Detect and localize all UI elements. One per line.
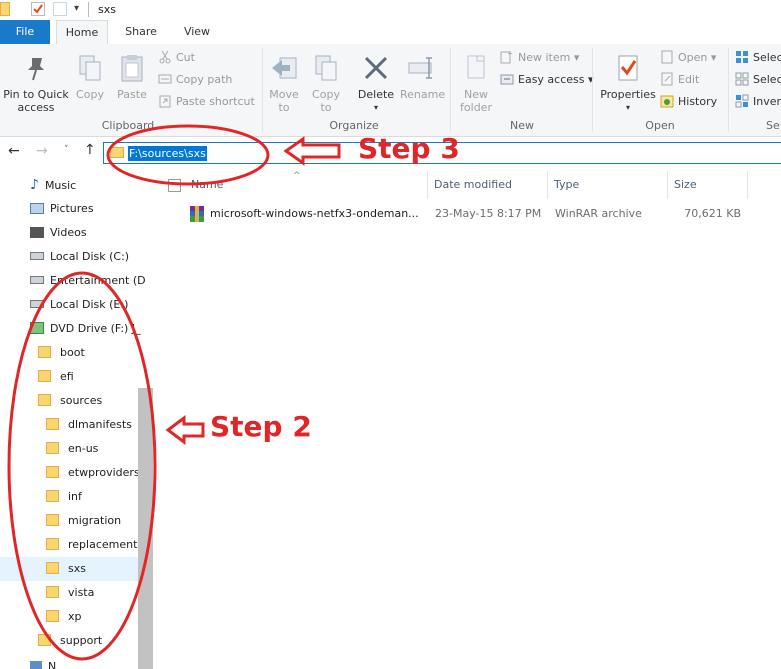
step2-arrow-icon (165, 415, 205, 445)
annotation-overlay (7, 124, 341, 661)
step3-highlight-ellipse (106, 124, 270, 186)
step3-label: Step 3 (358, 132, 460, 165)
step3-arrow-icon (283, 136, 341, 166)
step2-label: Step 2 (210, 410, 312, 443)
step2-highlight-ellipse (7, 271, 157, 661)
